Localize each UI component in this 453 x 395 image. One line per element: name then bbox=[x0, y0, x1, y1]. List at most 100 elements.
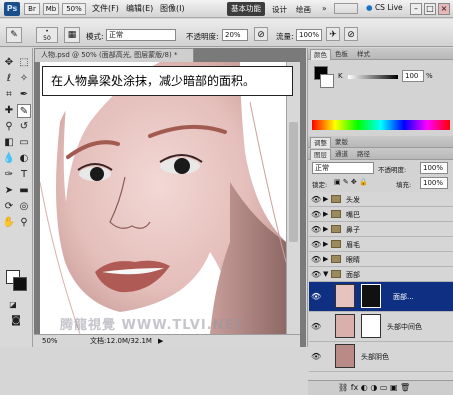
eye-icon[interactable]: 👁 bbox=[311, 255, 321, 264]
eye-icon[interactable]: 👁 bbox=[311, 292, 321, 301]
lasso-tool-icon[interactable]: ℓ bbox=[2, 72, 16, 86]
status-arrow-icon[interactable]: ▶ bbox=[158, 335, 163, 347]
expand-triangle-icon[interactable]: ▶ bbox=[323, 255, 328, 263]
workspace-painting[interactable]: 绘画 bbox=[296, 4, 311, 15]
tab-paths[interactable]: 路径 bbox=[354, 149, 373, 160]
status-zoom[interactable]: 50% bbox=[42, 335, 58, 347]
eye-icon[interactable]: 👁 bbox=[311, 210, 321, 219]
brush-size-picker[interactable]: • 50 bbox=[36, 27, 58, 43]
layer-group-eyes[interactable]: 👁 ▶ 眼睛 bbox=[309, 252, 453, 267]
blend-mode-select[interactable]: 正常 bbox=[312, 162, 374, 174]
expand-triangle-icon[interactable]: ▶ bbox=[323, 240, 328, 248]
marquee-tool-icon[interactable]: ⬚ bbox=[17, 56, 31, 70]
hand-tool-icon[interactable]: ✋ bbox=[2, 216, 16, 230]
tab-adjustments[interactable]: 调整 bbox=[310, 137, 331, 148]
maximize-button[interactable]: □ bbox=[424, 3, 436, 15]
brush-panel-icon[interactable]: ▦ bbox=[64, 27, 80, 43]
folder-icon bbox=[331, 240, 341, 248]
tab-color[interactable]: 颜色 bbox=[310, 49, 331, 60]
layer-mask-thumbnail bbox=[361, 314, 381, 338]
tab-styles[interactable]: 样式 bbox=[354, 49, 373, 60]
airbrush-icon[interactable]: ✈ bbox=[326, 27, 340, 41]
eye-icon[interactable]: 👁 bbox=[311, 225, 321, 234]
history-brush-icon[interactable]: ↺ bbox=[17, 120, 31, 134]
workspace-design[interactable]: 设计 bbox=[272, 4, 287, 15]
tab-masks[interactable]: 蒙版 bbox=[332, 137, 351, 148]
layer-opacity-input[interactable]: 100% bbox=[420, 162, 448, 174]
layer-group-eyebrows[interactable]: 👁 ▶ 眉毛 bbox=[309, 237, 453, 252]
background-color-swatch[interactable] bbox=[13, 277, 27, 291]
layer-group-mouth[interactable]: 👁 ▶ 嘴巴 bbox=[309, 207, 453, 222]
flow-input[interactable]: 100% bbox=[296, 29, 322, 41]
eye-icon[interactable]: 👁 bbox=[311, 195, 321, 204]
brush-tool-icon[interactable]: ✎ bbox=[17, 104, 31, 118]
mini-bridge-button[interactable]: Mb bbox=[43, 3, 59, 15]
menu-image[interactable]: 图像(I) bbox=[160, 3, 185, 14]
layer-name: 头部中间色 bbox=[387, 323, 422, 331]
clone-stamp-icon[interactable]: ⚲ bbox=[2, 120, 16, 134]
menu-file[interactable]: 文件(F) bbox=[92, 3, 119, 14]
pressure-opacity-icon[interactable]: ⊘ bbox=[254, 27, 268, 41]
healing-brush-icon[interactable]: ✚ bbox=[2, 104, 16, 118]
type-tool-icon[interactable]: T bbox=[17, 168, 31, 182]
gradient-tool-icon[interactable]: ▭ bbox=[17, 136, 31, 150]
vertical-scrollbar[interactable] bbox=[286, 62, 300, 334]
default-colors-icon[interactable]: ◪ bbox=[6, 298, 20, 312]
mode-select[interactable]: 正常 bbox=[106, 29, 176, 41]
eye-icon[interactable]: 👁 bbox=[311, 322, 321, 331]
close-button[interactable]: × bbox=[438, 3, 450, 15]
workspace-essentials[interactable]: 基本功能 bbox=[227, 2, 265, 16]
blur-tool-icon[interactable]: 💧 bbox=[2, 152, 16, 166]
layer-group-hair[interactable]: 👁 ▶ 头发 bbox=[309, 192, 453, 207]
path-select-icon[interactable]: ➤ bbox=[2, 184, 16, 198]
color-spectrum[interactable] bbox=[312, 120, 450, 130]
color-bg-swatch[interactable] bbox=[320, 74, 334, 88]
eye-icon[interactable]: 👁 bbox=[311, 270, 321, 279]
expand-triangle-icon[interactable]: ▶ bbox=[323, 225, 328, 233]
shape-tool-icon[interactable]: ▬ bbox=[17, 184, 31, 198]
menu-edit[interactable]: 编辑(E) bbox=[126, 3, 153, 14]
tab-channels[interactable]: 通道 bbox=[332, 149, 351, 160]
minimize-button[interactable]: – bbox=[410, 3, 422, 15]
layer-face-highlight-selected[interactable]: 👁 面部... bbox=[309, 282, 453, 312]
layer-head-midtone[interactable]: 👁 头部中间色 bbox=[309, 312, 453, 342]
tab-swatches[interactable]: 色板 bbox=[332, 49, 351, 60]
collapse-triangle-icon[interactable]: ▼ bbox=[323, 270, 328, 278]
zoom-level-select[interactable]: 50% bbox=[62, 3, 86, 15]
expand-triangle-icon[interactable]: ▶ bbox=[323, 195, 328, 203]
watermark: 腾龍視覺 WWW.TLVI.NET bbox=[60, 318, 245, 333]
layer-actions-icons[interactable]: ⛓ fx ◐ ◑ ▭ ▣ 🗑 bbox=[338, 383, 410, 392]
opacity-input[interactable]: 20% bbox=[222, 29, 248, 41]
document-tab[interactable]: 人物.psd @ 50% (面部高光, 图层蒙版/8) * bbox=[34, 48, 194, 62]
cs-live-button[interactable]: ● CS Live bbox=[366, 3, 403, 12]
eye-icon[interactable]: 👁 bbox=[311, 240, 321, 249]
eye-icon[interactable]: 👁 bbox=[311, 352, 321, 361]
brush-tool-preset-icon[interactable]: ✎ bbox=[6, 27, 22, 43]
layer-group-nose[interactable]: 👁 ▶ 鼻子 bbox=[309, 222, 453, 237]
eraser-tool-icon[interactable]: ◧ bbox=[2, 136, 16, 150]
3d-orbit-icon[interactable]: ◎ bbox=[17, 200, 31, 214]
canvas[interactable] bbox=[40, 62, 286, 334]
layer-group-face[interactable]: 👁 ▼ 面部 bbox=[309, 267, 453, 282]
quick-select-icon[interactable]: ✧ bbox=[17, 72, 31, 86]
pen-tool-icon[interactable]: ✑ bbox=[2, 168, 16, 182]
mode-label: 模式: bbox=[86, 32, 104, 41]
3d-rotate-icon[interactable]: ⟳ bbox=[2, 200, 16, 214]
fill-input[interactable]: 100% bbox=[420, 177, 448, 189]
quick-mask-icon[interactable]: ◙ bbox=[9, 314, 23, 328]
k-slider[interactable] bbox=[348, 75, 398, 79]
zoom-tool-icon[interactable]: ⚲ bbox=[17, 216, 31, 230]
move-tool-icon[interactable]: ✥ bbox=[2, 56, 16, 70]
k-value-input[interactable]: 100 bbox=[402, 70, 424, 82]
bridge-button[interactable]: Br bbox=[24, 3, 40, 15]
lock-icons[interactable]: ▣ ✎ ✥ 🔒 bbox=[334, 178, 368, 186]
dodge-tool-icon[interactable]: ◐ bbox=[17, 152, 31, 166]
expand-triangle-icon[interactable]: ▶ bbox=[323, 210, 328, 218]
scrollbar-thumb[interactable] bbox=[289, 122, 298, 242]
workspace-dropdown[interactable] bbox=[334, 3, 358, 14]
eyedropper-tool-icon[interactable]: ✒ bbox=[17, 88, 31, 102]
crop-tool-icon[interactable]: ⌗ bbox=[2, 88, 16, 102]
tab-layers[interactable]: 图层 bbox=[310, 149, 331, 160]
workspace-more[interactable]: » bbox=[322, 4, 327, 13]
pressure-size-icon[interactable]: ⊘ bbox=[344, 27, 358, 41]
